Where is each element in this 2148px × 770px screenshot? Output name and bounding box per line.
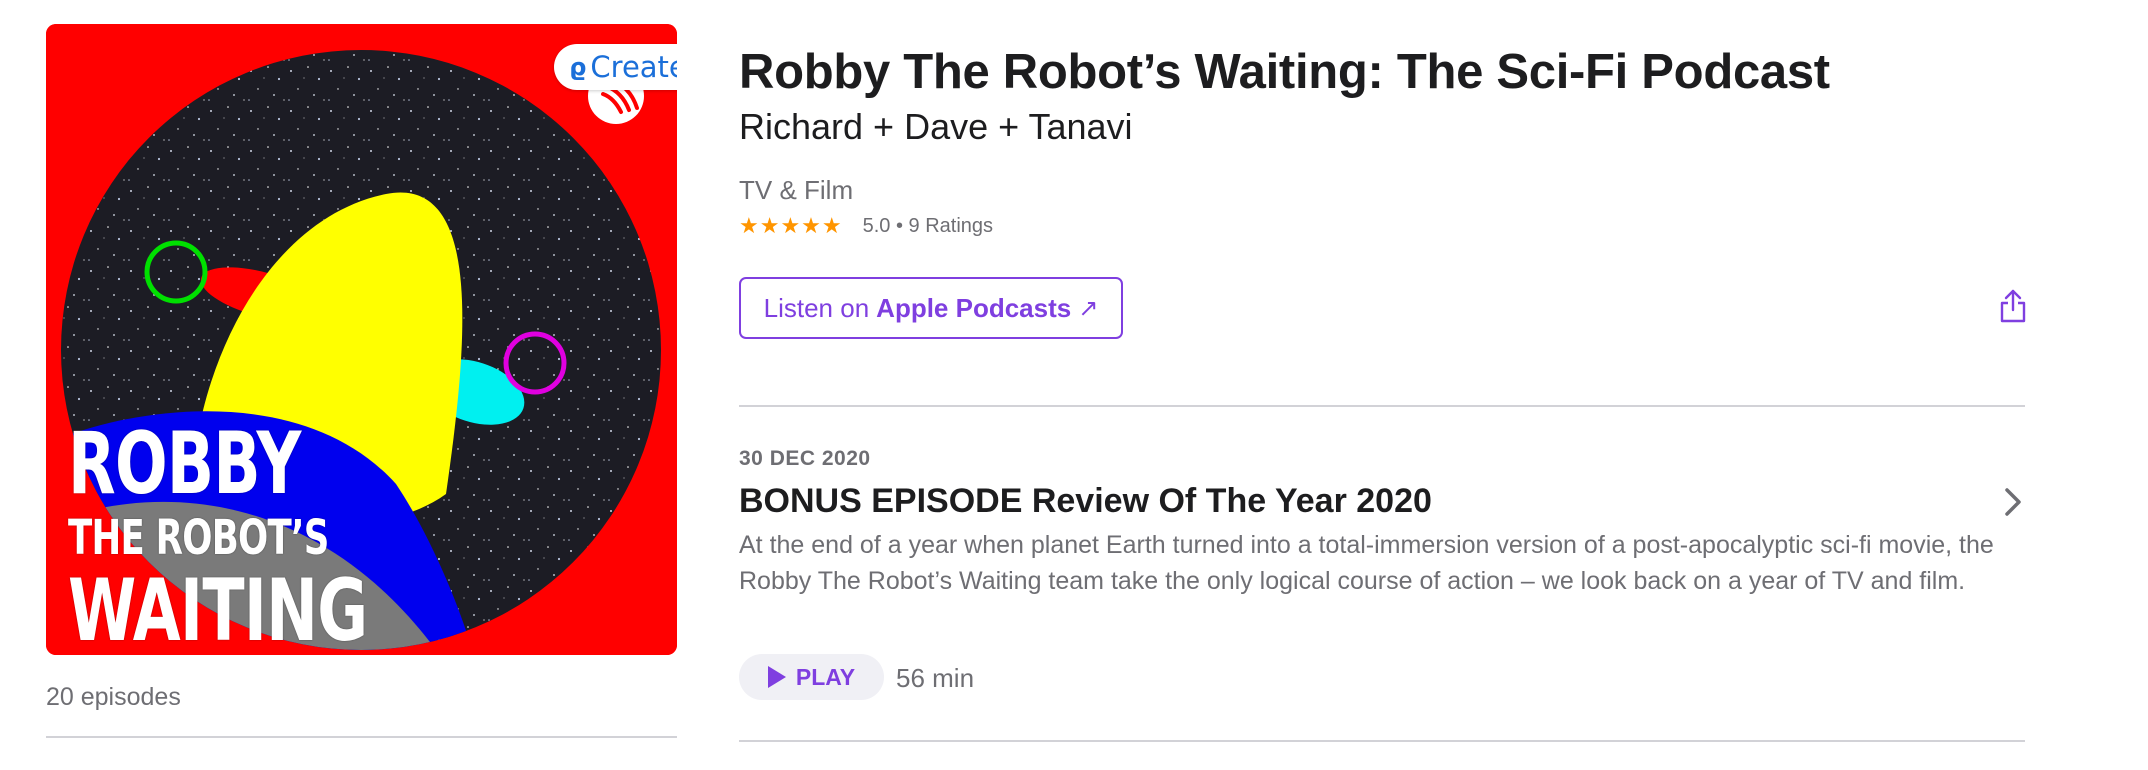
episode-divider (739, 740, 2025, 742)
artwork-title-line2: THE ROBOT’S (68, 510, 329, 566)
share-icon[interactable] (1998, 288, 2028, 324)
podcast-author[interactable]: Richard + Dave + Tanavi (739, 106, 1133, 148)
podcast-title: Robby The Robot’s Waiting: The Sci-Fi Po… (739, 45, 1830, 99)
star-rating-icon: ★★★★★ (739, 214, 843, 239)
create-label: Create (590, 50, 677, 84)
podcast-artwork: ϱ Create ROBBY THE ROBOT’S WAITING (46, 24, 677, 655)
episode-count: 20 episodes (46, 683, 181, 711)
episode-description: At the end of a year when planet Earth t… (739, 531, 1994, 595)
section-divider (739, 405, 2025, 407)
rating-row: ★★★★★ 5.0 • 9 Ratings (739, 214, 993, 239)
chevron-right-icon[interactable] (2001, 484, 2025, 520)
anchor-logo-icon: ϱ (569, 53, 587, 81)
episode-date: 30 DEC 2020 (739, 447, 871, 470)
play-label: PLAY (795, 663, 856, 690)
create-badge[interactable]: ϱ Create (554, 44, 677, 90)
rating-summary: 5.0 • 9 Ratings (862, 215, 994, 237)
sidebar-divider (46, 736, 677, 738)
listen-on-apple-podcasts-button[interactable]: Listen on Apple Podcasts ↗ (739, 277, 1123, 339)
episode-duration: 56 min (896, 663, 975, 693)
external-arrow-icon: ↗ (1078, 294, 1099, 322)
listen-app-name: Apple Podcasts (876, 292, 1072, 323)
podcast-category[interactable]: TV & Film (739, 175, 853, 206)
play-button[interactable]: PLAY (739, 654, 884, 700)
artwork-title-line1: ROBBY (68, 414, 301, 514)
episode-title[interactable]: BONUS EPISODE Review Of The Year 2020 (739, 482, 1432, 521)
play-icon (767, 666, 786, 688)
artwork-title-line3: WAITING (68, 561, 368, 655)
listen-prefix: Listen on (763, 292, 870, 323)
